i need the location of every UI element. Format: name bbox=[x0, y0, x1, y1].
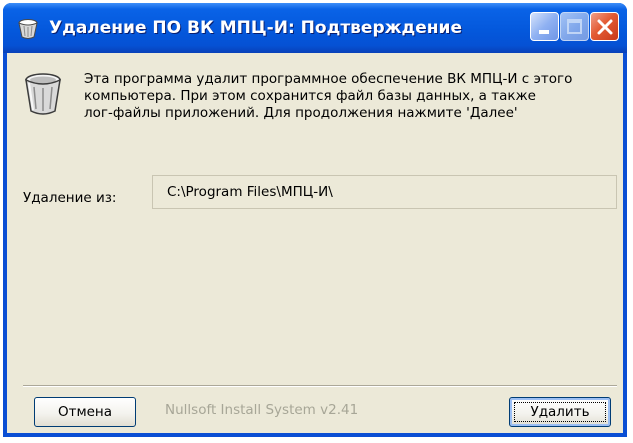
maximize-icon bbox=[567, 19, 582, 34]
uninstall-wizard-icon bbox=[18, 19, 38, 39]
footer-divider bbox=[23, 385, 617, 387]
uninstall-path-field: C:\Program Files\МПЦ-И\ bbox=[152, 175, 617, 209]
installer-window: Удаление ПО ВК МПЦ-И: Подтверждение Эта … bbox=[3, 3, 627, 437]
header-description: Эта программа удалит программное обеспеч… bbox=[84, 71, 604, 122]
uninstall-from-label: Удаление из: bbox=[23, 190, 117, 206]
delete-button[interactable]: Удалить bbox=[509, 397, 611, 427]
delete-label-post: алить bbox=[548, 404, 590, 420]
dialog-body: Эта программа удалит программное обеспеч… bbox=[7, 53, 623, 433]
cancel-button[interactable]: Отмена bbox=[34, 397, 136, 427]
header-line: Эта программа удалит программное обеспеч… bbox=[84, 71, 573, 87]
minimize-icon bbox=[539, 30, 549, 34]
window-title: Удаление ПО ВК МПЦ-И: Подтверждение bbox=[49, 18, 462, 38]
title-bar[interactable]: Удаление ПО ВК МПЦ-И: Подтверждение bbox=[3, 3, 627, 53]
recycle-bin-icon bbox=[25, 73, 61, 115]
delete-label-mnemonic: д bbox=[538, 404, 549, 420]
minimize-button[interactable] bbox=[530, 12, 559, 41]
close-button[interactable] bbox=[590, 12, 619, 41]
delete-label-pre: У bbox=[530, 404, 539, 420]
header-line: компьютера. При этом сохранится файл баз… bbox=[84, 88, 536, 104]
nsis-branding: Nullsoft Install System v2.41 bbox=[165, 402, 359, 418]
header-line: лог-файлы приложений. Для продолжения на… bbox=[84, 105, 518, 121]
close-icon bbox=[597, 19, 613, 35]
maximize-button bbox=[560, 12, 589, 41]
